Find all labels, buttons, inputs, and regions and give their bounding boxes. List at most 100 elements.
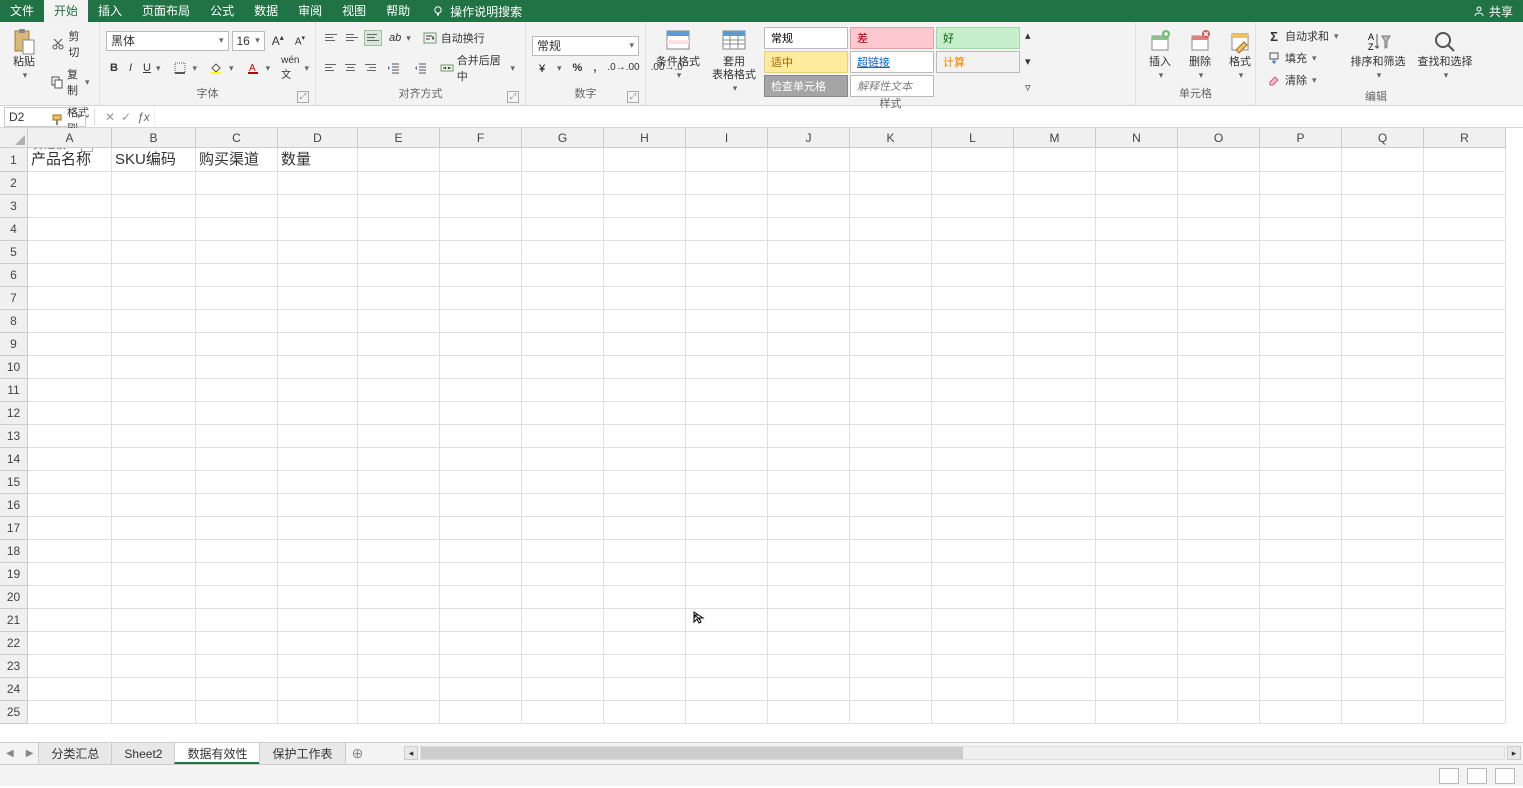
- cell[interactable]: [768, 218, 850, 241]
- cell[interactable]: [1424, 287, 1506, 310]
- cell[interactable]: [522, 218, 604, 241]
- sort-filter-button[interactable]: AZ排序和筛选: [1347, 26, 1410, 90]
- cell[interactable]: [440, 402, 522, 425]
- cell[interactable]: [1096, 287, 1178, 310]
- hscroll-right[interactable]: ▸: [1507, 746, 1521, 760]
- cell[interactable]: [850, 310, 932, 333]
- row-header[interactable]: 5: [0, 241, 28, 264]
- cell[interactable]: [112, 632, 196, 655]
- cell[interactable]: SKU编码: [112, 148, 196, 172]
- cell[interactable]: [604, 540, 686, 563]
- cell[interactable]: [278, 678, 358, 701]
- cell[interactable]: [686, 471, 768, 494]
- cell[interactable]: [932, 701, 1014, 724]
- cell[interactable]: [28, 586, 112, 609]
- menu-tab-0[interactable]: 文件: [0, 0, 44, 22]
- styles-scroll-up[interactable]: ▴: [1024, 28, 1032, 43]
- cell[interactable]: [604, 425, 686, 448]
- menu-tab-1[interactable]: 开始: [44, 0, 88, 22]
- cell[interactable]: [768, 517, 850, 540]
- cell[interactable]: [112, 333, 196, 356]
- cell[interactable]: [1014, 264, 1096, 287]
- cell[interactable]: [850, 333, 932, 356]
- cell[interactable]: [196, 425, 278, 448]
- phonetic-button[interactable]: wén文: [277, 53, 313, 83]
- cell[interactable]: [1014, 609, 1096, 632]
- page-break-view-button[interactable]: [1495, 768, 1515, 784]
- cell[interactable]: [1260, 402, 1342, 425]
- column-header[interactable]: I: [686, 128, 768, 148]
- cell[interactable]: [440, 678, 522, 701]
- cell[interactable]: [1178, 517, 1260, 540]
- accounting-format-button[interactable]: ¥: [532, 58, 566, 78]
- cell[interactable]: [932, 448, 1014, 471]
- cell[interactable]: [768, 540, 850, 563]
- cell[interactable]: [686, 333, 768, 356]
- cell[interactable]: [522, 655, 604, 678]
- cell[interactable]: [112, 379, 196, 402]
- cell[interactable]: [1342, 563, 1424, 586]
- cell[interactable]: [1260, 425, 1342, 448]
- styles-more[interactable]: ▿: [1024, 80, 1032, 95]
- cell[interactable]: [1260, 563, 1342, 586]
- cell[interactable]: [686, 172, 768, 195]
- cell[interactable]: [278, 425, 358, 448]
- row-header[interactable]: 3: [0, 195, 28, 218]
- cell[interactable]: [112, 563, 196, 586]
- row-header[interactable]: 13: [0, 425, 28, 448]
- cell[interactable]: [1014, 148, 1096, 172]
- align-left-button[interactable]: [322, 60, 339, 76]
- fill-color-button[interactable]: [204, 58, 238, 78]
- cell[interactable]: [358, 655, 440, 678]
- sheet-nav-next[interactable]: ▶: [20, 748, 40, 759]
- cell[interactable]: [768, 310, 850, 333]
- cell[interactable]: [932, 148, 1014, 172]
- cell[interactable]: [604, 517, 686, 540]
- cell[interactable]: [1178, 356, 1260, 379]
- cell[interactable]: [440, 517, 522, 540]
- cell[interactable]: [196, 655, 278, 678]
- cell[interactable]: [522, 517, 604, 540]
- cell[interactable]: [28, 517, 112, 540]
- hscroll-left[interactable]: ◂: [404, 746, 418, 760]
- cell[interactable]: [604, 448, 686, 471]
- cell[interactable]: [768, 701, 850, 724]
- cell[interactable]: [1014, 310, 1096, 333]
- cell[interactable]: [1424, 655, 1506, 678]
- cell[interactable]: 购买渠道: [196, 148, 278, 172]
- menu-tab-3[interactable]: 页面布局: [132, 0, 200, 22]
- cell[interactable]: [932, 586, 1014, 609]
- cell[interactable]: [358, 333, 440, 356]
- cell[interactable]: [932, 264, 1014, 287]
- cell[interactable]: [112, 287, 196, 310]
- cell[interactable]: [604, 148, 686, 172]
- increase-decimal-button[interactable]: .0→.00: [603, 60, 643, 75]
- cell[interactable]: [358, 148, 440, 172]
- horizontal-scrollbar[interactable]: ◂ ▸: [420, 746, 1505, 762]
- cell[interactable]: [278, 632, 358, 655]
- cell[interactable]: [604, 264, 686, 287]
- cell[interactable]: [1342, 333, 1424, 356]
- cell[interactable]: [440, 310, 522, 333]
- cell[interactable]: [358, 310, 440, 333]
- cell[interactable]: [28, 632, 112, 655]
- cell[interactable]: [1342, 540, 1424, 563]
- column-header[interactable]: P: [1260, 128, 1342, 148]
- cell[interactable]: [112, 218, 196, 241]
- cell[interactable]: [1424, 195, 1506, 218]
- font-color-button[interactable]: A: [241, 58, 275, 78]
- cell[interactable]: [932, 333, 1014, 356]
- cell[interactable]: [440, 655, 522, 678]
- cell[interactable]: [1260, 218, 1342, 241]
- name-box[interactable]: D2▾: [4, 107, 86, 127]
- cell[interactable]: [112, 172, 196, 195]
- cell[interactable]: [1424, 609, 1506, 632]
- cell[interactable]: [686, 356, 768, 379]
- cell[interactable]: [1014, 356, 1096, 379]
- cell[interactable]: [28, 448, 112, 471]
- cell[interactable]: [1014, 471, 1096, 494]
- cell[interactable]: [1260, 356, 1342, 379]
- cell[interactable]: [850, 701, 932, 724]
- row-header[interactable]: 1: [0, 148, 28, 172]
- cell[interactable]: [522, 563, 604, 586]
